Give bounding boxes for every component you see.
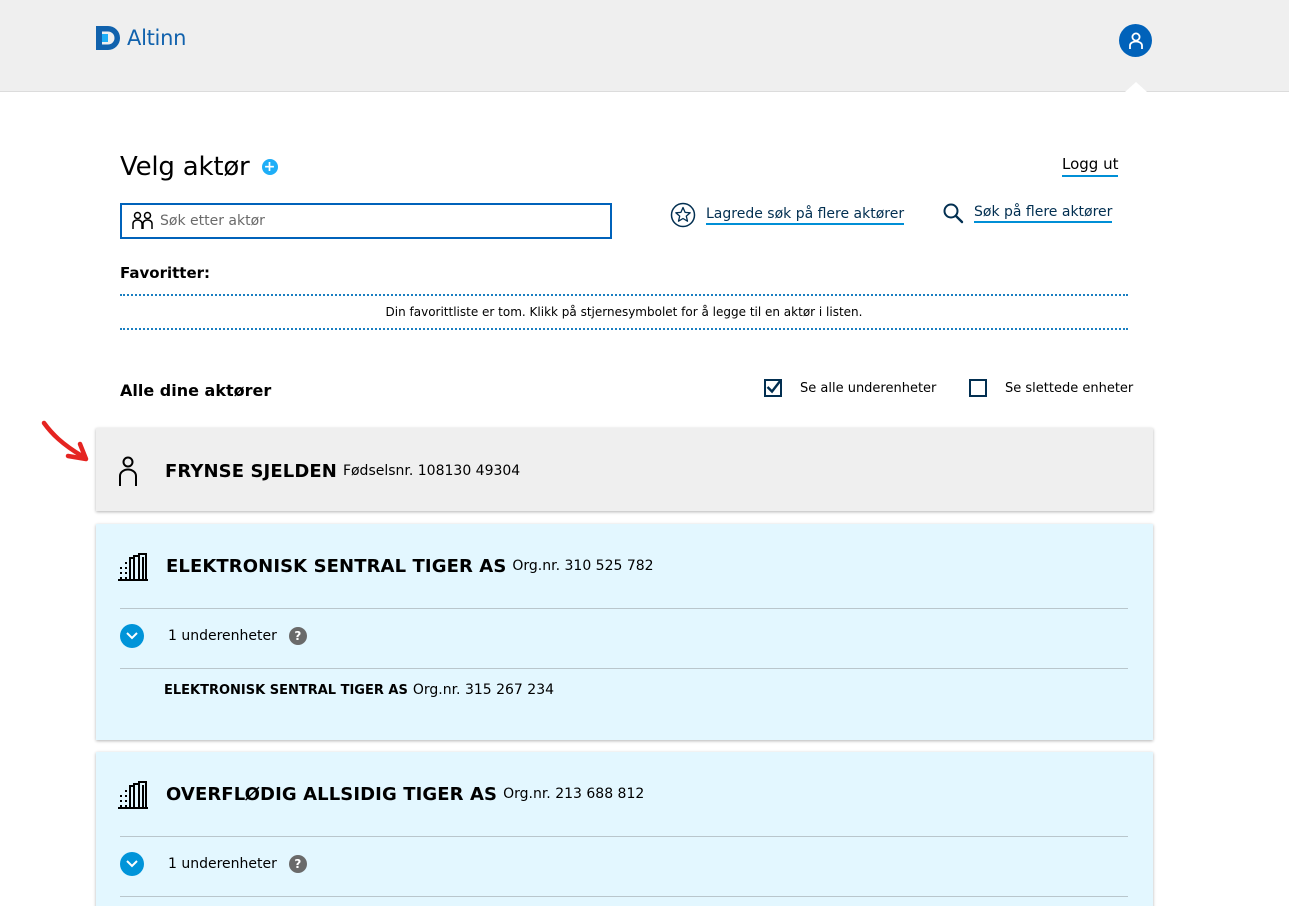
actor-search-input[interactable] [160,213,600,229]
profile-menu-pointer [1125,82,1147,92]
show-subunits-label: Se alle underenheter [800,380,937,396]
help-icon[interactable]: ? [288,627,307,645]
profile-button[interactable] [1119,24,1152,57]
building-icon [118,781,148,809]
star-icon [670,202,696,228]
annotation-arrow-icon [41,420,89,462]
search-multiple-link[interactable]: Søk på flere aktører [942,202,1113,224]
subunits-row: 1 underenheter ? [120,852,307,876]
divider [120,836,1128,837]
expand-subunits-button[interactable] [120,852,144,876]
actor-number: Org.nr. 310 525 782 [512,558,654,574]
logo-text: Altinn [127,26,187,50]
all-actors-heading: Alle dine aktører [120,381,272,400]
subunits-count: 1 underenheter [168,628,277,644]
show-subunits-checkbox[interactable]: Se alle underenheter [764,379,936,397]
show-deleted-label: Se slettede enheter [1005,380,1134,396]
divider [120,896,1128,897]
actor-header[interactable]: ELEKTRONISK SENTRAL TIGER AS Org.nr. 310… [118,551,654,581]
checkmark-icon [766,379,782,394]
saved-searches-link[interactable]: Lagrede søk på flere aktører [670,202,905,228]
actor-header[interactable]: OVERFLØDIG ALLSIDIG TIGER AS Org.nr. 213… [118,779,644,809]
altinn-logo[interactable]: Altinn [96,26,186,50]
saved-searches-label: Lagrede søk på flere aktører [706,206,905,225]
actor-card-organization: OVERFLØDIG ALLSIDIG TIGER AS Org.nr. 213… [96,752,1153,906]
subunit-name: ELEKTRONISK SENTRAL TIGER AS [164,683,408,698]
page-title: Velg aktør [120,152,250,182]
title-row: Velg aktør + [120,152,278,182]
altinn-logo-icon [96,26,120,50]
subunit-number: Org.nr. 315 267 234 [412,682,555,698]
actor-card-organization: ELEKTRONISK SENTRAL TIGER AS Org.nr. 310… [96,524,1153,740]
favorites-heading: Favoritter: [120,264,211,282]
chevron-down-icon [126,632,138,640]
actor-header[interactable]: FRYNSE SJELDEN Fødselsnr. 108130 49304 [118,455,520,487]
actor-search[interactable] [120,203,612,239]
search-icon [943,203,964,224]
person-icon [119,456,137,486]
actor-name: OVERFLØDIG ALLSIDIG TIGER AS [166,783,498,805]
actor-number: Fødselsnr. 108130 49304 [342,463,521,479]
building-icon [118,553,148,581]
show-deleted-checkbox[interactable]: Se slettede enheter [969,379,1133,397]
people-icon [132,211,153,229]
divider [120,668,1128,669]
top-bar: Altinn [0,0,1289,92]
checkbox-checked[interactable] [764,379,782,397]
checkbox-unchecked[interactable] [969,379,987,397]
user-icon [1128,32,1143,49]
plus-icon[interactable]: + [261,159,278,175]
subunits-count: 1 underenheter [168,856,277,872]
favorites-empty-message: Din favorittliste er tom. Klikk på stjer… [120,294,1128,330]
subunit-item[interactable]: ELEKTRONISK SENTRAL TIGER AS Org.nr. 315… [164,682,554,698]
actor-card-person[interactable]: FRYNSE SJELDEN Fødselsnr. 108130 49304 [96,428,1153,511]
search-multiple-label: Søk på flere aktører [974,204,1113,223]
actor-name: ELEKTRONISK SENTRAL TIGER AS [166,555,507,577]
logout-link[interactable]: Logg ut [1062,155,1119,177]
subunits-row: 1 underenheter ? [120,624,307,648]
expand-subunits-button[interactable] [120,624,144,648]
help-icon[interactable]: ? [288,855,307,873]
actor-number: Org.nr. 213 688 812 [503,786,645,802]
chevron-down-icon [126,860,138,868]
actor-name: FRYNSE SJELDEN [165,460,337,482]
divider [120,608,1128,609]
